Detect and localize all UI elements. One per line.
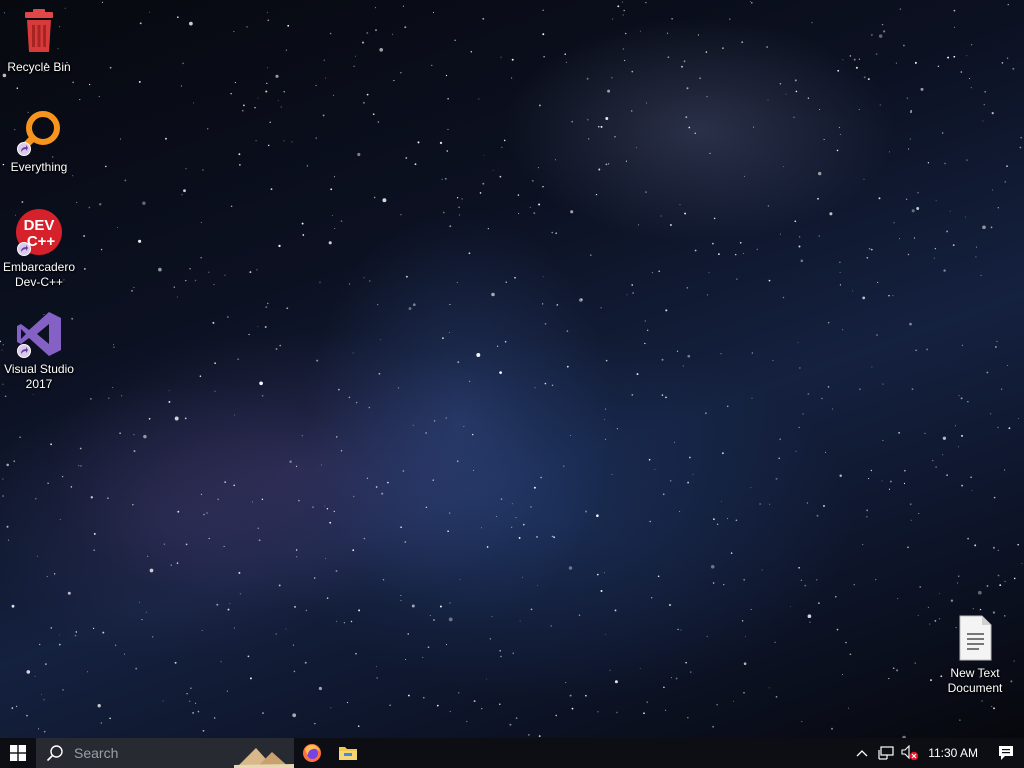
desktop-icon-label: Recycle Bin [7, 60, 71, 74]
desktop-icon-visual-studio[interactable]: Visual Studio 2017 [0, 310, 78, 392]
visual-studio-icon [15, 310, 63, 358]
everything-search-icon [15, 108, 63, 156]
search-box[interactable]: Search [36, 738, 294, 768]
show-hidden-icons-button[interactable] [850, 738, 874, 768]
desktop-icon-label: Everything [10, 160, 68, 174]
shortcut-arrow-icon [17, 242, 31, 256]
search-placeholder: Search [74, 745, 119, 761]
desktop-icon-everything[interactable]: Everything [0, 108, 78, 175]
start-button[interactable] [0, 738, 36, 768]
action-center-button[interactable] [988, 738, 1024, 768]
desktop: Recycle Bin Everything DEV C++ Embarcade… [0, 0, 1024, 738]
shortcut-arrow-icon [17, 142, 31, 156]
svg-text:DEV: DEV [24, 217, 55, 234]
desktop-icon-label: Visual Studio 2017 [4, 362, 74, 391]
desktop-icon-label: Embarcadero Dev-C++ [2, 260, 76, 289]
devcpp-icon: DEV C++ [15, 208, 63, 256]
chevron-up-icon [856, 750, 868, 757]
starfield-background [0, 1, 1023, 738]
desktop-icon-devcpp[interactable]: DEV C++ Embarcadero Dev-C++ [0, 208, 78, 290]
taskbar-firefox[interactable] [294, 738, 330, 768]
taskbar-file-explorer[interactable] [330, 738, 366, 768]
text-document-icon [951, 614, 999, 662]
search-icon [46, 744, 64, 762]
notification-icon [999, 746, 1013, 760]
shortcut-arrow-icon [17, 344, 31, 358]
taskbar: Search 11:30 AM [0, 738, 1024, 768]
network-icon [878, 746, 894, 760]
search-highlight-image [234, 742, 294, 768]
network-button[interactable] [874, 738, 898, 768]
desktop-icon-recycle-bin[interactable]: Recycle Bin [0, 8, 78, 75]
volume-muted-icon [901, 745, 919, 761]
folder-icon [339, 747, 357, 760]
desktop-icon-label: New Text Document [947, 666, 1003, 695]
recycle-bin-icon [15, 8, 63, 56]
volume-button[interactable] [898, 738, 922, 768]
firefox-icon [303, 744, 321, 762]
desktop-icon-new-text-document[interactable]: New Text Document [936, 614, 1014, 696]
system-tray: 11:30 AM [850, 738, 1024, 768]
windows-logo-icon [10, 745, 26, 761]
clock-time[interactable]: 11:30 AM [922, 746, 988, 760]
svg-text:C++: C++ [27, 233, 56, 250]
